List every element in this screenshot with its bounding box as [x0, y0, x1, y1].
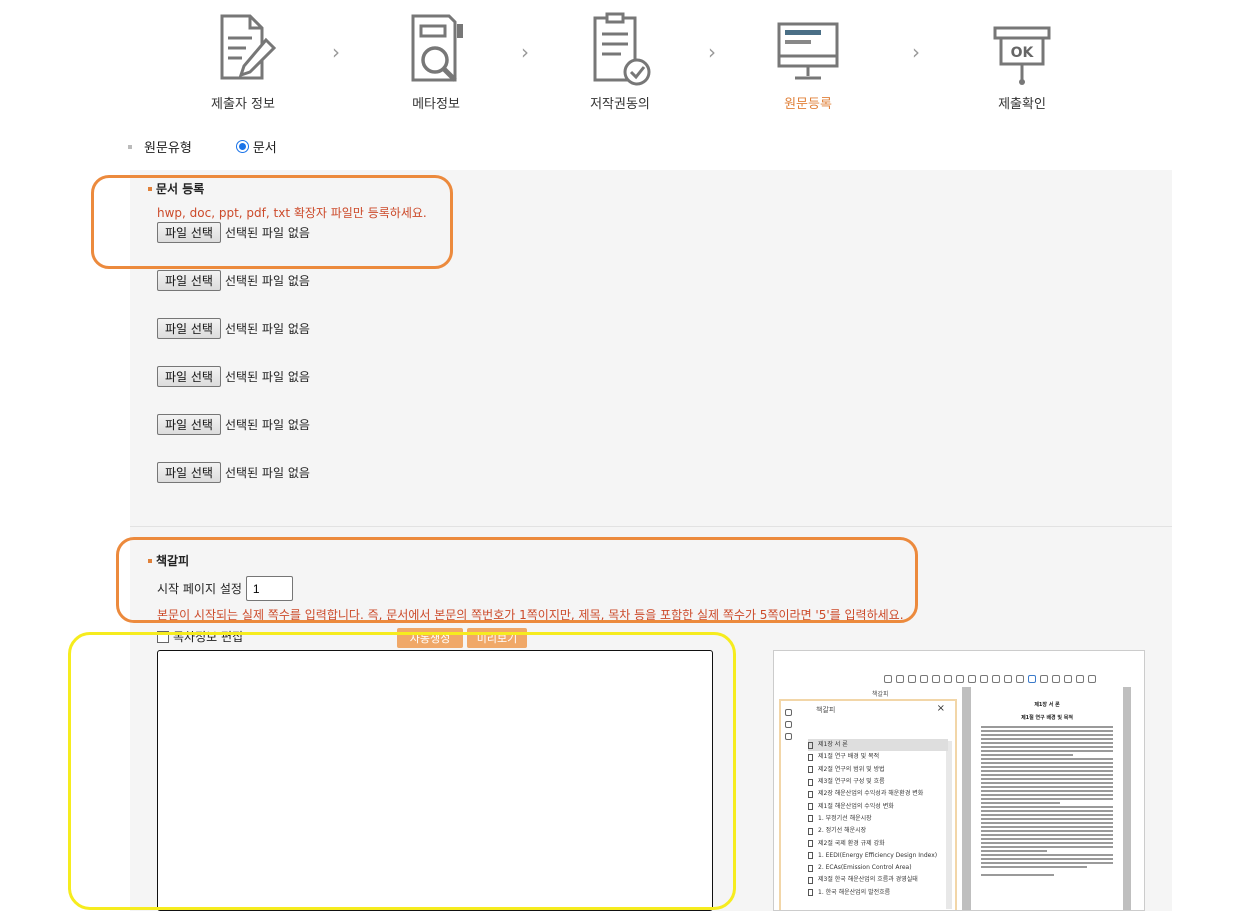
file-row: 파일 선택 선택된 파일 없음	[157, 366, 310, 387]
viewer-bookmark-item: 제1장 서 론	[808, 739, 948, 752]
file-row: 파일 선택 선택된 파일 없음	[157, 414, 310, 435]
chevron-right-icon: ›	[912, 40, 920, 64]
document-check-icon	[593, 12, 651, 86]
step-submit-confirm: OK 제출확인	[952, 10, 1092, 112]
viewer-bookmark-item: 제3절 한국 해운산업의 흐름과 경영실태	[808, 874, 948, 886]
file-select-button[interactable]: 파일 선택	[157, 366, 221, 387]
doc-register-note: hwp, doc, ppt, pdf, txt 확장자 파일만 등록하세요.	[157, 206, 427, 220]
file-row: 파일 선택 선택된 파일 없음	[157, 462, 310, 483]
bullet-icon	[148, 558, 152, 563]
chevron-right-icon: ›	[521, 40, 529, 64]
bookmark-icon	[808, 876, 813, 884]
ok-sign-icon: OK	[993, 26, 1051, 85]
bookmark-title-text: 책갈피	[156, 554, 190, 568]
bookmark-icon	[808, 827, 813, 835]
viewer-bookmark-list: 제1장 서 론 제1절 연구 배경 및 목적 제2절 연구의 범위 및 방법 제…	[808, 739, 948, 899]
radio-document[interactable]	[235, 140, 249, 153]
bookmark-icon	[808, 840, 813, 848]
bookmark-title: 책갈피	[148, 552, 189, 569]
file-row: 파일 선택 선택된 파일 없음	[157, 318, 310, 339]
bookmark-icon	[808, 766, 813, 774]
viewer-bookmark-item: 1. EEDI(Energy Efficiency Design Index)	[808, 850, 948, 862]
viewer-bookmark-item: 제1절 해운산업의 수익성 변화	[808, 800, 948, 812]
file-select-button[interactable]: 파일 선택	[157, 222, 221, 243]
viewer-bookmark-item: 제3절 연구의 구성 및 흐름	[808, 776, 948, 788]
no-file-text: 선택된 파일 없음	[224, 466, 310, 480]
toc-textarea[interactable]	[157, 650, 713, 911]
viewer-bookmark-item: 1. 한국 해운산업의 발전흐름	[808, 887, 948, 899]
bookmark-preview-image: 책갈피 책갈피 × 제1장 서 론 제1절 연구 배경 및 목적 제2절 연구의…	[773, 650, 1145, 911]
viewer-bookmark-item: 1. 부정기선 해운시장	[808, 813, 948, 825]
file-select-button[interactable]: 파일 선택	[157, 414, 221, 435]
viewer-page-subheading: 제1절 연구 배경 및 목적	[1021, 715, 1073, 721]
svg-text:OK: OK	[1011, 45, 1035, 61]
bookmark-icon	[808, 803, 813, 811]
monitor-icon	[777, 22, 839, 80]
toc-edit-row: 목차정보 편집	[157, 628, 243, 645]
file-select-button[interactable]: 파일 선택	[157, 462, 221, 483]
bullet-icon	[148, 186, 152, 191]
doc-register-title-text: 문서 등록	[156, 182, 205, 196]
section-divider	[130, 526, 1172, 527]
start-page-input[interactable]	[245, 576, 293, 601]
auto-generate-button[interactable]: 자동생성	[397, 628, 463, 648]
file-select-button[interactable]: 파일 선택	[157, 318, 221, 339]
no-file-text: 선택된 파일 없음	[224, 322, 310, 336]
viewer-page: 제1장 서 론 제1절 연구 배경 및 목적	[962, 687, 1131, 910]
viewer-bookmark-title: 책갈피	[816, 706, 836, 714]
bookmark-icon	[808, 790, 813, 798]
no-file-text: 선택된 파일 없음	[224, 370, 310, 384]
bookmark-icon	[808, 815, 813, 823]
no-file-text: 선택된 파일 없음	[224, 226, 310, 240]
radio-document-label[interactable]: 문서	[253, 137, 277, 156]
bookmark-icon	[808, 889, 813, 897]
step-original-register: 원문등록	[738, 10, 878, 112]
no-file-text: 선택된 파일 없음	[224, 418, 310, 432]
bookmark-icon	[808, 864, 813, 872]
viewer-page-heading: 제1장 서 론	[1034, 702, 1060, 708]
chevron-right-icon: ›	[708, 40, 716, 64]
bullet-icon	[128, 144, 132, 149]
source-type-label: 원문유형	[144, 141, 192, 156]
source-type-row: 원문유형 문서	[128, 137, 277, 156]
bookmark-icon	[808, 741, 813, 749]
file-row: 파일 선택 선택된 파일 없음	[157, 270, 310, 291]
bookmark-icon	[808, 753, 813, 761]
progress-steps: 제출자 정보 › 메타정보 › 저작권동의 › 원문등록 › OK 제출확인	[0, 0, 1258, 120]
file-row: 파일 선택 선택된 파일 없음	[157, 222, 310, 243]
bookmark-note: 본문이 시작되는 실제 쪽수를 입력합니다. 즉, 문서에서 본문의 쪽번호가 …	[157, 608, 904, 622]
document-search-icon	[411, 14, 463, 82]
step-submitter-info: 제출자 정보	[173, 10, 313, 112]
toc-edit-checkbox[interactable]	[157, 630, 169, 643]
step-meta-info: 메타정보	[366, 10, 506, 112]
viewer-bookmark-item: 제2절 국제 환경 규제 강화	[808, 837, 948, 849]
start-page-row: 시작 페이지 설정	[157, 576, 293, 601]
step-label: 원문등록	[784, 97, 832, 112]
doc-register-title: 문서 등록	[148, 180, 204, 197]
step-label: 제출확인	[998, 97, 1046, 112]
file-select-button[interactable]: 파일 선택	[157, 270, 221, 291]
bookmark-icon	[808, 778, 813, 786]
viewer-sidebar	[785, 709, 792, 740]
viewer-bookmark-item: 제2절 연구의 범위 및 방법	[808, 764, 948, 776]
viewer-panel-caption: 책갈피	[872, 691, 889, 698]
document-pen-icon	[220, 14, 277, 80]
viewer-bookmark-panel: 책갈피 × 제1장 서 론 제1절 연구 배경 및 목적 제2절 연구의 범위 …	[779, 699, 957, 910]
bookmark-icon	[808, 852, 813, 860]
viewer-bookmark-item: 제1절 연구 배경 및 목적	[808, 751, 948, 763]
no-file-text: 선택된 파일 없음	[224, 274, 310, 288]
step-label: 저작권동의	[590, 97, 650, 112]
viewer-bookmark-item: 제2장 해운산업의 수익성과 해운환경 변화	[808, 788, 948, 800]
close-icon: ×	[936, 703, 945, 714]
start-page-label: 시작 페이지 설정	[157, 582, 242, 596]
step-copyright-consent: 저작권동의	[550, 10, 690, 112]
step-label: 제출자 정보	[211, 97, 275, 112]
viewer-bookmark-item: 2. ECAs(Emission Control Area)	[808, 862, 948, 874]
step-label: 메타정보	[412, 97, 460, 112]
preview-button[interactable]: 미리보기	[467, 628, 527, 648]
toc-edit-label[interactable]: 목차정보 편집	[173, 628, 243, 645]
chevron-right-icon: ›	[332, 40, 340, 64]
viewer-bookmark-item: 2. 정기선 해운시장	[808, 825, 948, 837]
